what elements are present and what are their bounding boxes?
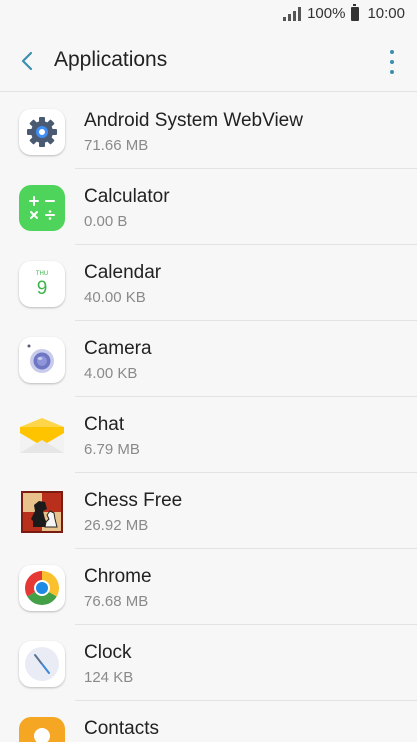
app-name: Camera <box>84 338 152 359</box>
app-list: Android System WebView 71.66 MB Calculat… <box>0 93 417 742</box>
battery-percent: 100% <box>307 5 346 22</box>
clock-time: 10:00 <box>367 5 405 22</box>
signal-icon <box>283 6 302 21</box>
app-name: Calculator <box>84 186 170 207</box>
status-bar: 100% 10:00 <box>0 0 417 30</box>
webview-gear-icon <box>19 109 65 155</box>
app-name: Calendar <box>84 262 162 283</box>
list-item-camera[interactable]: Camera 4.00 KB <box>0 321 417 397</box>
list-item-android-system-webview[interactable]: Android System WebView 71.66 MB <box>0 93 417 169</box>
list-item-chrome[interactable]: Chrome 76.68 MB <box>0 549 417 625</box>
more-dot-icon <box>390 50 394 54</box>
app-name: Chat <box>84 414 125 435</box>
app-size: 6.79 MB <box>84 441 140 458</box>
more-options-button[interactable] <box>387 50 397 74</box>
app-name: Contacts <box>84 718 159 739</box>
clock-icon <box>19 641 65 687</box>
status-indicators: 100% 10:00 <box>283 3 405 22</box>
app-name: Chess Free <box>84 490 183 511</box>
calculator-icon <box>19 185 65 231</box>
calendar-icon-day: THU <box>36 271 48 277</box>
list-item-chess-free[interactable]: Chess Free 26.92 MB <box>0 473 417 549</box>
app-name: Clock <box>84 642 132 663</box>
more-dot-icon <box>390 60 394 64</box>
chess-icon <box>19 489 65 535</box>
camera-icon <box>19 337 65 383</box>
chat-envelope-icon <box>19 413 65 459</box>
list-item-calendar[interactable]: THU 9 Calendar 40.00 KB <box>0 245 417 321</box>
more-dot-icon <box>390 70 394 74</box>
list-item-clock[interactable]: Clock 124 KB <box>0 625 417 701</box>
contacts-icon <box>19 717 65 742</box>
back-arrow-icon <box>21 51 33 71</box>
app-name: Chrome <box>84 566 152 587</box>
back-button[interactable] <box>12 46 42 76</box>
app-bar: Applications <box>0 30 417 92</box>
app-size: 40.00 KB <box>84 289 146 306</box>
calendar-icon: THU 9 <box>19 261 65 307</box>
app-size: 0.00 B <box>84 213 128 230</box>
page-title: Applications <box>54 48 168 71</box>
app-size: 4.00 KB <box>84 365 138 382</box>
app-size: 71.66 MB <box>84 137 149 154</box>
app-size: 124 KB <box>84 669 134 686</box>
app-name: Android System WebView <box>84 110 303 131</box>
list-item-calculator[interactable]: Calculator 0.00 B <box>0 169 417 245</box>
list-item-contacts[interactable]: Contacts <box>0 701 417 742</box>
chrome-icon <box>19 565 65 611</box>
calendar-icon-date: 9 <box>37 278 48 299</box>
list-item-chat[interactable]: Chat 6.79 MB <box>0 397 417 473</box>
battery-icon <box>351 3 360 21</box>
app-size: 76.68 MB <box>84 593 149 610</box>
app-size: 26.92 MB <box>84 517 149 534</box>
